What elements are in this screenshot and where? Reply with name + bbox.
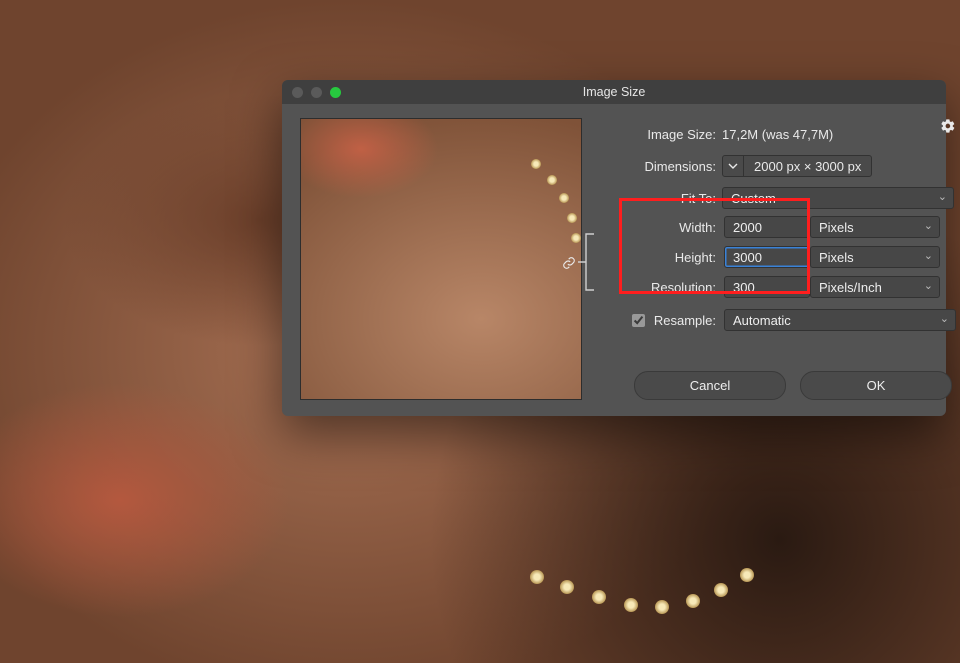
chevron-down-icon: ⌄ — [924, 249, 933, 262]
fit-to-value: Custom — [731, 191, 776, 206]
decorative-dot — [560, 580, 574, 594]
image-size-dialog: Image Size Image Size: 17,2M (was 47,7M)… — [282, 80, 946, 416]
image-preview[interactable] — [300, 118, 582, 400]
resample-checkbox[interactable]: Resample: — [624, 311, 716, 330]
decorative-dot — [530, 570, 544, 584]
link-icon[interactable] — [560, 254, 578, 272]
width-label: Width: — [624, 220, 716, 235]
titlebar[interactable]: Image Size — [282, 80, 946, 104]
decorative-dot — [714, 583, 728, 597]
chevron-down-icon: ⌄ — [940, 312, 949, 325]
fit-to-select[interactable]: Custom ⌄ — [722, 187, 954, 209]
decorative-dot — [740, 568, 754, 582]
width-input[interactable]: 2000 — [724, 216, 810, 238]
dimensions-label: Dimensions: — [624, 159, 716, 174]
decorative-dot — [547, 175, 557, 185]
resolution-unit-select[interactable]: Pixels/Inch⌄ — [810, 276, 940, 298]
resample-label: Resample: — [654, 313, 716, 328]
image-size-label: Image Size: — [624, 127, 716, 142]
image-size-value: 17,2M (was 47,7M) — [722, 127, 833, 142]
decorative-dot — [624, 598, 638, 612]
height-input[interactable]: 3000 — [724, 246, 810, 268]
decorative-dot — [559, 193, 569, 203]
ok-button[interactable]: OK — [800, 371, 952, 400]
decorative-dot — [592, 590, 606, 604]
fit-to-label: Fit To: — [624, 191, 716, 206]
resolution-label: Resolution: — [624, 280, 716, 295]
chevron-down-icon — [723, 156, 744, 176]
chevron-down-icon: ⌄ — [924, 219, 933, 232]
chevron-down-icon: ⌄ — [924, 279, 933, 292]
height-label: Height: — [624, 250, 716, 265]
decorative-dot — [655, 600, 669, 614]
height-unit-select[interactable]: Pixels⌄ — [810, 246, 940, 268]
decorative-dot — [571, 233, 581, 243]
chevron-down-icon: ⌄ — [938, 190, 947, 203]
resample-checkbox-input[interactable] — [632, 314, 645, 327]
dimensions-dropdown[interactable]: 2000 px × 3000 px — [722, 155, 872, 177]
decorative-dot — [567, 213, 577, 223]
resample-method-select[interactable]: Automatic ⌄ — [724, 309, 956, 331]
gear-icon[interactable] — [940, 118, 956, 137]
decorative-dot — [686, 594, 700, 608]
cancel-button[interactable]: Cancel — [634, 371, 786, 400]
decorative-dot — [531, 159, 541, 169]
dialog-title: Image Size — [282, 85, 946, 99]
resolution-input[interactable]: 300 — [724, 276, 810, 298]
dimensions-value: 2000 px × 3000 px — [744, 159, 871, 174]
width-unit-select[interactable]: Pixels⌄ — [810, 216, 940, 238]
